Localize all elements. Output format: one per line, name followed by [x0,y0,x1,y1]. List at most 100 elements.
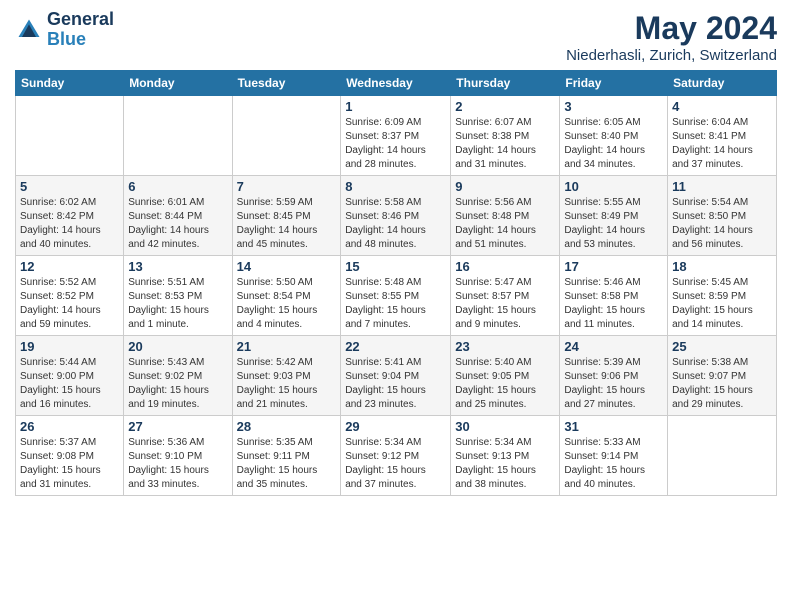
week-row-4: 19 Sunrise: 5:44 AMSunset: 9:00 PMDayligh… [16,336,777,416]
calendar-cell: 2Sunrise: 6:07 AMSunset: 8:38 PMDaylight… [451,96,560,176]
day-info: Sunrise: 6:09 AMSunset: 8:37 PMDaylight:… [345,116,446,172]
day-info: Sunrise: 5:39 AMSunset: 9:06 PMDaylight:… [564,356,663,412]
calendar-cell: 15 Sunrise: 5:48 AMSunset: 8:55 PMDayligh… [341,256,451,336]
logo-line2: Blue [47,29,86,49]
day-number: 16 [455,259,555,274]
day-number: 28 [237,419,337,434]
calendar-cell: 24 Sunrise: 5:39 AMSunset: 9:06 PMDayligh… [560,336,668,416]
calendar-cell: 18 Sunrise: 5:45 AMSunset: 8:59 PMDayligh… [668,256,777,336]
calendar-cell: 1 Sunrise: 6:09 AMSunset: 8:37 PMDaylight… [341,96,451,176]
day-info: Sunrise: 6:01 AMSunset: 8:44 PMDaylight:… [128,196,227,252]
day-info: Sunrise: 5:42 AMSunset: 9:03 PMDaylight:… [237,356,337,412]
day-number: 24 [564,339,663,354]
calendar-cell: 14Sunrise: 5:50 AMSunset: 8:54 PMDayligh… [232,256,341,336]
day-info: Sunrise: 5:34 AMSunset: 9:12 PMDaylight:… [345,436,446,492]
day-number: 7 [237,179,337,194]
day-info: Sunrise: 5:37 AMSunset: 9:08 PMDaylight:… [20,436,119,492]
day-info: Sunrise: 5:44 AMSunset: 9:00 PMDaylight:… [20,356,119,412]
logo: General Blue [15,10,114,50]
weekday-header-saturday: Saturday [668,71,777,96]
calendar: SundayMondayTuesdayWednesdayThursdayFrid… [15,70,777,496]
day-number: 19 [20,339,119,354]
day-info: Sunrise: 6:02 AMSunset: 8:42 PMDaylight:… [20,196,119,252]
calendar-cell: 16 Sunrise: 5:47 AMSunset: 8:57 PMDayligh… [451,256,560,336]
calendar-cell: 13 Sunrise: 5:51 AMSunset: 8:53 PMDayligh… [124,256,232,336]
weekday-header-sunday: Sunday [16,71,124,96]
week-row-3: 12 Sunrise: 5:52 AMSunset: 8:52 PMDayligh… [16,256,777,336]
calendar-cell: 25 Sunrise: 5:38 AMSunset: 9:07 PMDayligh… [668,336,777,416]
week-row-5: 26 Sunrise: 5:37 AMSunset: 9:08 PMDayligh… [16,416,777,496]
page: General Blue May 2024 Niederhasli, Zuric… [0,0,792,612]
day-info: Sunrise: 5:41 AMSunset: 9:04 PMDaylight:… [345,356,446,412]
calendar-cell [124,96,232,176]
day-number: 4 [672,99,772,114]
day-info: Sunrise: 5:58 AMSunset: 8:46 PMDaylight:… [345,196,446,252]
calendar-cell: 3Sunrise: 6:05 AMSunset: 8:40 PMDaylight… [560,96,668,176]
day-info: Sunrise: 5:46 AMSunset: 8:58 PMDaylight:… [564,276,663,332]
day-number: 1 [345,99,446,114]
title-block: May 2024 Niederhasli, Zurich, Switzerlan… [566,10,777,64]
weekday-header-thursday: Thursday [451,71,560,96]
calendar-body: 1 Sunrise: 6:09 AMSunset: 8:37 PMDaylight… [16,96,777,496]
day-info: Sunrise: 5:45 AMSunset: 8:59 PMDaylight:… [672,276,772,332]
day-info: Sunrise: 5:59 AMSunset: 8:45 PMDaylight:… [237,196,337,252]
day-info: Sunrise: 5:35 AMSunset: 9:11 PMDaylight:… [237,436,337,492]
day-info: Sunrise: 5:48 AMSunset: 8:55 PMDaylight:… [345,276,446,332]
calendar-header: SundayMondayTuesdayWednesdayThursdayFrid… [16,71,777,96]
weekday-header-wednesday: Wednesday [341,71,451,96]
header: General Blue May 2024 Niederhasli, Zuric… [15,10,777,64]
day-number: 26 [20,419,119,434]
day-number: 31 [564,419,663,434]
logo-icon [15,16,43,44]
calendar-cell: 20 Sunrise: 5:43 AMSunset: 9:02 PMDayligh… [124,336,232,416]
calendar-cell: 5 Sunrise: 6:02 AMSunset: 8:42 PMDaylight… [16,176,124,256]
day-info: Sunrise: 5:55 AMSunset: 8:49 PMDaylight:… [564,196,663,252]
calendar-cell: 31 Sunrise: 5:33 AMSunset: 9:14 PMDayligh… [560,416,668,496]
day-number: 13 [128,259,227,274]
weekday-header-monday: Monday [124,71,232,96]
day-number: 14 [237,259,337,274]
calendar-cell: 21 Sunrise: 5:42 AMSunset: 9:03 PMDayligh… [232,336,341,416]
calendar-cell [16,96,124,176]
calendar-cell [668,416,777,496]
day-number: 6 [128,179,227,194]
day-info: Sunrise: 6:05 AMSunset: 8:40 PMDaylight:… [564,116,663,172]
calendar-cell: 7 Sunrise: 5:59 AMSunset: 8:45 PMDaylight… [232,176,341,256]
day-info: Sunrise: 5:54 AMSunset: 8:50 PMDaylight:… [672,196,772,252]
day-number: 12 [20,259,119,274]
calendar-cell: 6 Sunrise: 6:01 AMSunset: 8:44 PMDaylight… [124,176,232,256]
calendar-cell: 27Sunrise: 5:36 AMSunset: 9:10 PMDayligh… [124,416,232,496]
day-number: 25 [672,339,772,354]
day-number: 10 [564,179,663,194]
day-number: 5 [20,179,119,194]
week-row-2: 5 Sunrise: 6:02 AMSunset: 8:42 PMDaylight… [16,176,777,256]
day-info: Sunrise: 5:38 AMSunset: 9:07 PMDaylight:… [672,356,772,412]
day-info: Sunrise: 5:51 AMSunset: 8:53 PMDaylight:… [128,276,227,332]
calendar-cell: 10 Sunrise: 5:55 AMSunset: 8:49 PMDayligh… [560,176,668,256]
calendar-cell: 19 Sunrise: 5:44 AMSunset: 9:00 PMDayligh… [16,336,124,416]
day-number: 2 [455,99,555,114]
weekday-row: SundayMondayTuesdayWednesdayThursdayFrid… [16,71,777,96]
day-number: 11 [672,179,772,194]
day-number: 21 [237,339,337,354]
day-info: Sunrise: 5:47 AMSunset: 8:57 PMDaylight:… [455,276,555,332]
calendar-cell [232,96,341,176]
weekday-header-friday: Friday [560,71,668,96]
day-info: Sunrise: 5:43 AMSunset: 9:02 PMDaylight:… [128,356,227,412]
day-number: 18 [672,259,772,274]
day-number: 9 [455,179,555,194]
subtitle: Niederhasli, Zurich, Switzerland [566,47,777,64]
calendar-cell: 22Sunrise: 5:41 AMSunset: 9:04 PMDayligh… [341,336,451,416]
day-info: Sunrise: 5:36 AMSunset: 9:10 PMDaylight:… [128,436,227,492]
day-info: Sunrise: 5:52 AMSunset: 8:52 PMDaylight:… [20,276,119,332]
day-info: Sunrise: 5:34 AMSunset: 9:13 PMDaylight:… [455,436,555,492]
day-number: 20 [128,339,227,354]
day-number: 17 [564,259,663,274]
calendar-cell: 9 Sunrise: 5:56 AMSunset: 8:48 PMDaylight… [451,176,560,256]
day-info: Sunrise: 5:56 AMSunset: 8:48 PMDaylight:… [455,196,555,252]
day-number: 30 [455,419,555,434]
day-number: 15 [345,259,446,274]
logo-text: General Blue [47,10,114,50]
day-info: Sunrise: 5:33 AMSunset: 9:14 PMDaylight:… [564,436,663,492]
day-info: Sunrise: 6:04 AMSunset: 8:41 PMDaylight:… [672,116,772,172]
